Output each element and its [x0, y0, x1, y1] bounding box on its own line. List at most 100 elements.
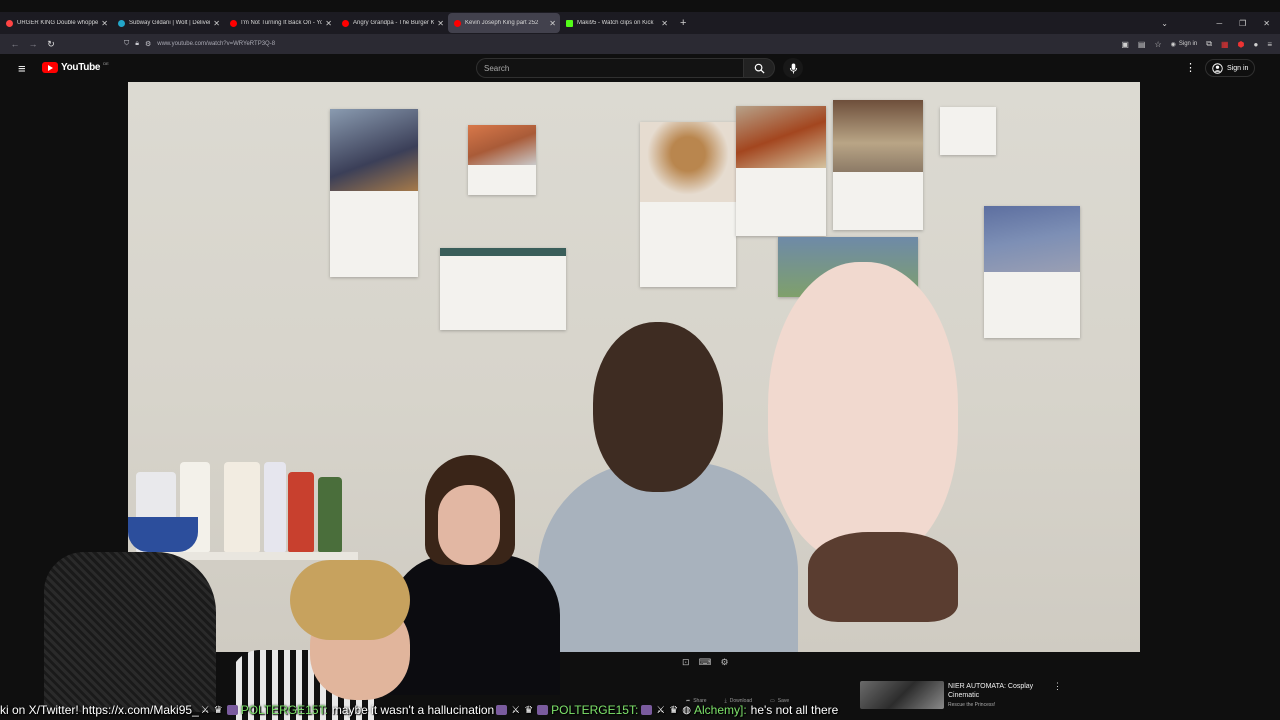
chat-ticker: ki on X/Twitter! https://x.com/Maki95_ ⚔…	[0, 700, 1280, 720]
youtube-logo-text: YouTube	[61, 62, 101, 73]
toolbar-icons: ▣ ▤ ☆ ◉ Sign in ⧉ ▦ ⬢ ● ≡	[1121, 34, 1272, 54]
gaming-chair	[44, 552, 216, 712]
screen: URGER KING Double whoppe ✕ Subway Gildan…	[0, 0, 1280, 720]
search-input[interactable]: Search	[476, 58, 743, 78]
browser-nav-bar: ← → ↻ ⛉ 🔒︎ ⚙ www.youtube.com/watch?v=WRY…	[0, 34, 1280, 54]
tab-favicon	[230, 19, 237, 27]
sign-in-label: Sign in	[1178, 41, 1198, 47]
country-code: DE	[103, 61, 109, 66]
tab-title: Subway Gildani | Wolt | Delivery	[129, 20, 211, 26]
sword-emote-icon: ⚔	[656, 704, 666, 716]
wall-calendar	[468, 125, 536, 195]
cat-emote-icon	[641, 705, 653, 715]
tab-title: Angry Grandpa - The Burger Ki	[353, 20, 435, 26]
extension-icon[interactable]: ●	[1253, 40, 1258, 49]
badge-emote-icon	[537, 705, 549, 715]
streamer-person	[230, 560, 430, 720]
close-tab-icon[interactable]: ✕	[661, 19, 668, 28]
bookmark-star-icon[interactable]: ☆	[1154, 40, 1161, 49]
new-tab-icon[interactable]: +	[680, 17, 686, 29]
permissions-icon[interactable]: ⚙	[145, 40, 151, 48]
reader-icon[interactable]: ▤	[1138, 40, 1146, 49]
chat-message: he's not all there	[750, 703, 839, 717]
bottle	[224, 462, 260, 552]
chat-username: POLTERGE15T:	[240, 703, 328, 717]
keyboard-icon[interactable]: ⌨	[699, 657, 712, 668]
extension-icon[interactable]: ▦	[1221, 40, 1229, 49]
close-tab-icon[interactable]: ✕	[549, 19, 556, 28]
back-icon[interactable]: ←	[6, 39, 24, 49]
lock-icon[interactable]: 🔒︎	[135, 40, 139, 48]
chat-message: maybe it wasn't a hallucination	[331, 703, 495, 717]
close-tab-icon[interactable]: ✕	[101, 19, 108, 28]
browser-tab[interactable]: Maki95 - Watch clips on Kick ✕	[560, 13, 672, 33]
voice-search-button[interactable]	[783, 58, 803, 78]
tab-title: Maki95 - Watch clips on Kick	[577, 20, 654, 26]
tab-favicon	[566, 19, 573, 27]
wall-calendar	[640, 122, 736, 287]
browser-tab[interactable]: Angry Grandpa - The Burger Ki ✕	[336, 13, 448, 33]
guide-menu-icon[interactable]: ≡	[18, 61, 26, 76]
player-controls: ⊡ ⌨ ⚙	[682, 657, 729, 668]
tab-title: URGER KING Double whoppe	[17, 20, 99, 26]
tab-favicon	[342, 19, 349, 27]
chat-username: POLTERGE15T:	[551, 703, 639, 717]
streamer-face	[438, 485, 500, 565]
bottle	[318, 477, 342, 552]
account-icon: ◉	[1170, 41, 1176, 48]
streamer-hair	[290, 560, 410, 640]
wall-calendar	[833, 100, 923, 230]
reload-icon[interactable]: ↻	[42, 39, 60, 50]
sign-in-button[interactable]: Sign in	[1205, 59, 1256, 77]
settings-gear-icon[interactable]: ⚙	[721, 657, 729, 668]
youtube-logo[interactable]: YouTube DE	[42, 61, 109, 73]
list-tabs-chevron-icon[interactable]: ⌄	[1161, 12, 1168, 34]
sword-emote-icon: ⚔	[200, 704, 210, 716]
pip-icon[interactable]: ▣	[1121, 40, 1129, 49]
browser-tab-active[interactable]: Kevin Joseph King part 252 ✕	[448, 13, 560, 33]
close-tab-icon[interactable]: ✕	[437, 19, 444, 28]
minimize-icon[interactable]: ─	[1216, 19, 1222, 28]
close-tab-icon[interactable]: ✕	[213, 19, 220, 28]
video-person	[538, 322, 798, 652]
wall-calendar	[940, 107, 996, 155]
close-tab-icon[interactable]: ✕	[325, 19, 332, 28]
bottle	[264, 462, 286, 552]
browser-tab[interactable]: I'm Not Turning It Back On - Yo ✕	[224, 13, 336, 33]
crown-emote-icon: ♛	[213, 704, 223, 716]
bottle	[288, 472, 314, 552]
account-circle-icon	[1212, 62, 1223, 74]
tab-favicon	[454, 19, 461, 27]
tab-title: I'm Not Turning It Back On - Yo	[241, 20, 323, 26]
settings-kebab-icon[interactable]: ⋮	[1185, 61, 1196, 74]
forward-icon[interactable]: →	[24, 39, 42, 49]
app-menu-icon[interactable]: ≡	[1267, 40, 1272, 49]
browser-tab-strip: URGER KING Double whoppe ✕ Subway Gildan…	[0, 12, 1280, 34]
globe-emote-icon: ◍	[682, 704, 691, 716]
restore-icon[interactable]: ❐	[1239, 19, 1246, 28]
ticker-lead: ki on X/Twitter! https://x.com/Maki95_	[0, 703, 199, 717]
browser-tab[interactable]: Subway Gildani | Wolt | Delivery ✕	[112, 13, 224, 33]
crown-emote-icon: ♛	[669, 704, 679, 716]
microphone-icon	[789, 63, 797, 73]
mannequin-face	[768, 262, 958, 562]
recommendation-title[interactable]: NIER AUTOMATA: Cosplay Cinematic	[948, 682, 1048, 700]
youtube-play-icon	[42, 62, 58, 73]
close-window-icon[interactable]: ✕	[1263, 19, 1270, 28]
search-button[interactable]	[743, 58, 775, 78]
url-bar[interactable]: ⛉ 🔒︎ ⚙ www.youtube.com/watch?v=WRYeRTP3Q…	[124, 36, 275, 52]
account-sign-in[interactable]: ◉ Sign in	[1171, 41, 1198, 48]
badge-emote-icon	[226, 705, 238, 715]
url-text[interactable]: www.youtube.com/watch?v=WRYeRTP3Q-8	[157, 41, 275, 47]
wall-calendar	[984, 206, 1080, 338]
wall-calendar	[736, 106, 826, 236]
extensions-icon[interactable]: ⧉	[1206, 39, 1212, 49]
browser-tab[interactable]: URGER KING Double whoppe ✕	[0, 13, 112, 33]
recommendation-menu-icon[interactable]: ⋮	[1053, 681, 1062, 692]
person-head	[593, 322, 723, 492]
ublock-icon[interactable]: ⬢	[1238, 40, 1245, 49]
shield-icon[interactable]: ⛉	[124, 40, 129, 48]
sign-in-label: Sign in	[1227, 64, 1249, 72]
screenshot-icon[interactable]: ⊡	[682, 657, 690, 668]
chat-username: Alchemy]:	[693, 703, 747, 717]
